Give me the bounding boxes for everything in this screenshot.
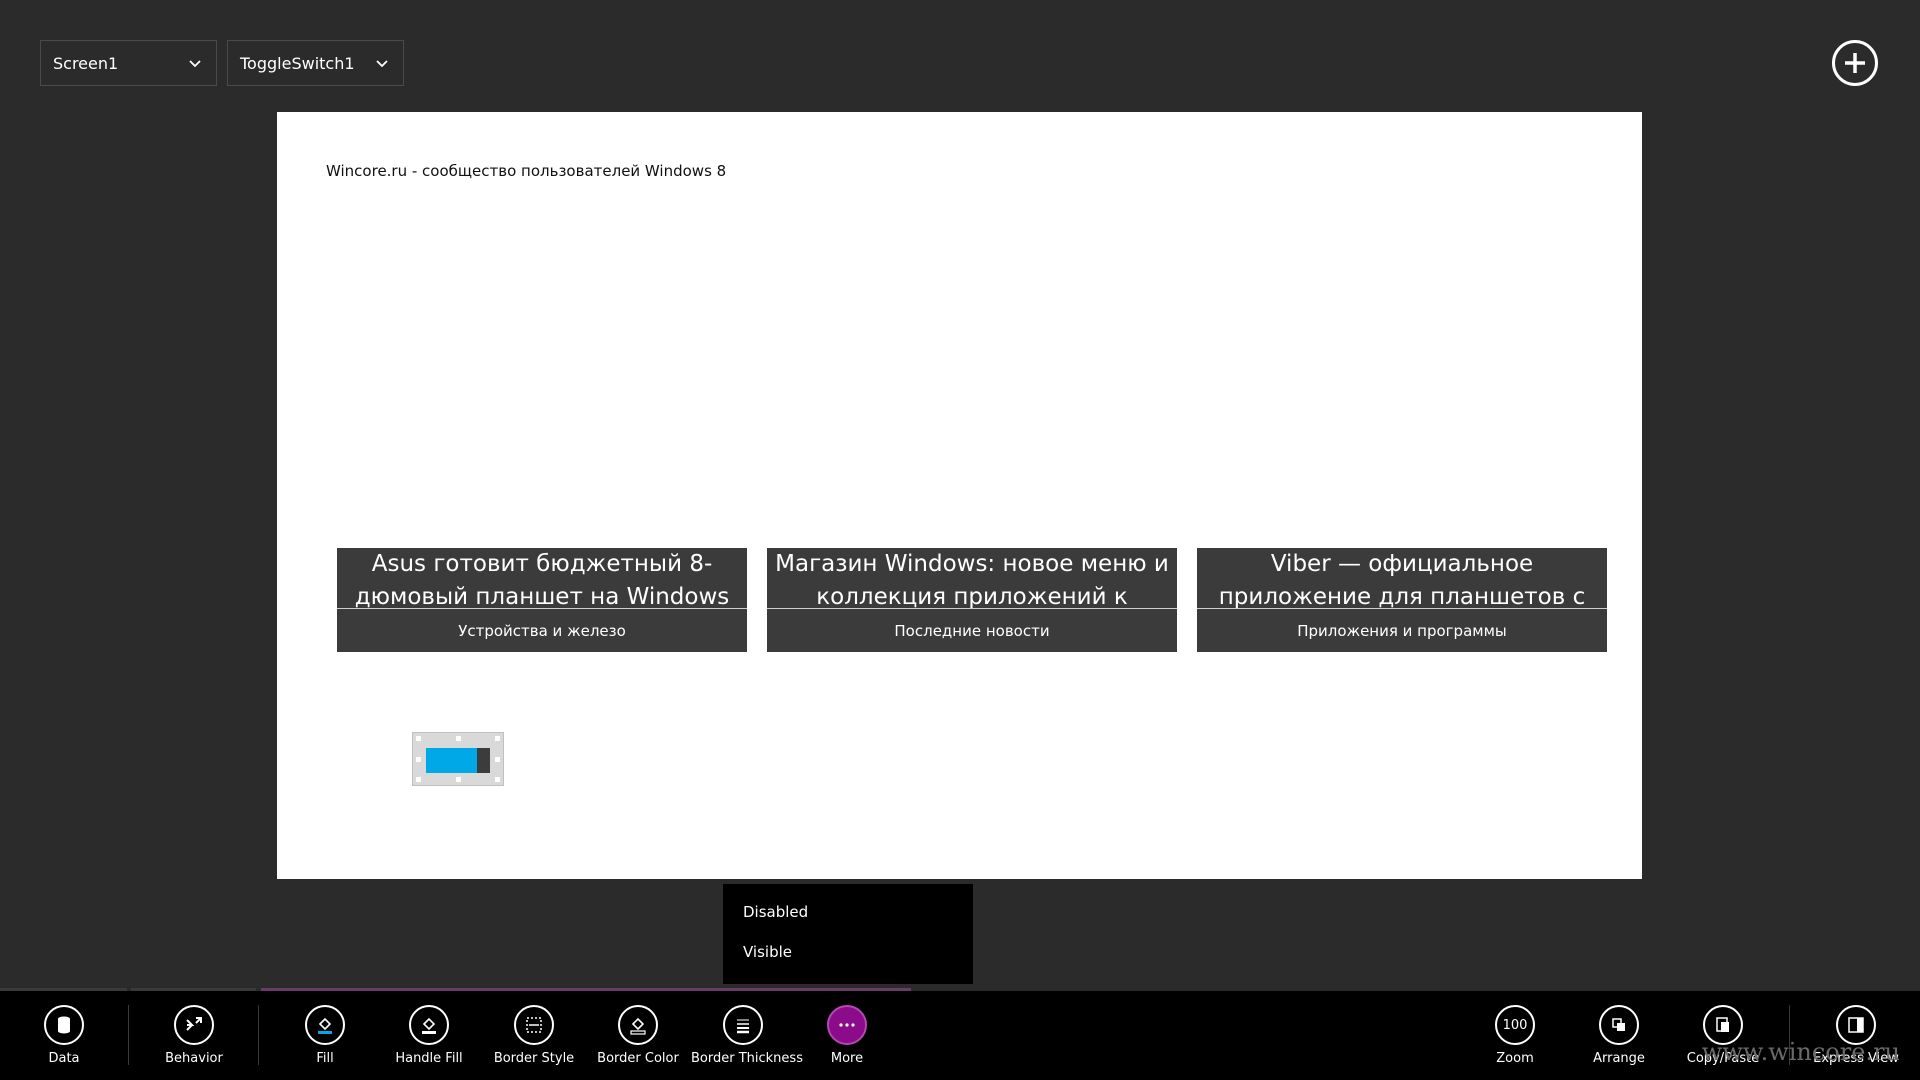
tile-headline: Asus готовит бюджетный 8-дюмовый планшет… (354, 551, 730, 608)
border-color-button[interactable]: Border Color (586, 1005, 690, 1066)
border-style-button[interactable]: Border Style (482, 1005, 586, 1066)
canvas-title[interactable]: Wincore.ru - сообщество пользователей Wi… (326, 162, 726, 180)
behavior-button[interactable]: Behavior (142, 1005, 246, 1066)
resize-handle[interactable] (495, 736, 500, 741)
design-canvas[interactable]: Wincore.ru - сообщество пользователей Wi… (277, 112, 1642, 879)
border-thickness-icon (737, 1019, 749, 1034)
border-style-icon (526, 1017, 542, 1033)
separator (128, 1005, 129, 1065)
copy-paste-icon (1716, 1017, 1729, 1032)
fill-icon (318, 1017, 332, 1034)
data-button[interactable]: Data (12, 1005, 116, 1066)
more-label: More (830, 1051, 864, 1066)
zoom-icon: 100 (1495, 1005, 1535, 1045)
database-icon (58, 1016, 70, 1034)
tile-category: Последние новости (894, 621, 1050, 640)
chevron-down-icon (189, 60, 201, 68)
plus-icon (1845, 53, 1865, 73)
tile-headline: Магазин Windows: новое меню и коллекция … (775, 551, 1169, 608)
more-icon (839, 1023, 855, 1027)
resize-handle[interactable] (495, 757, 500, 762)
menu-item-disabled[interactable]: Disabled (723, 902, 973, 942)
app-bar: Data Behavior Fill Handle Fill Border St… (0, 991, 1920, 1080)
zoom-button[interactable]: 100 Zoom (1463, 1005, 1567, 1066)
arrange-label: Arrange (1593, 1051, 1645, 1066)
resize-handle[interactable] (416, 757, 421, 762)
express-view-icon (1848, 1017, 1864, 1033)
handle-fill-icon (422, 1017, 436, 1034)
border-color-icon (630, 1017, 646, 1035)
resize-handle[interactable] (456, 777, 461, 782)
menu-item-visible[interactable]: Visible (723, 942, 973, 982)
tile-category: Приложения и программы (1297, 621, 1507, 640)
news-tile[interactable]: Viber — официальное приложение для планш… (1197, 548, 1607, 652)
toggle-switch-selected[interactable] (412, 732, 504, 786)
toggle-fill (426, 748, 478, 773)
fill-label: Fill (316, 1051, 334, 1066)
resize-handle[interactable] (456, 736, 461, 741)
data-label: Data (48, 1051, 80, 1066)
behavior-label: Behavior (165, 1051, 223, 1066)
fill-button[interactable]: Fill (273, 1005, 377, 1066)
resize-handle[interactable] (495, 777, 500, 782)
handle-fill-button[interactable]: Handle Fill (377, 1005, 481, 1066)
separator (258, 1005, 259, 1065)
behavior-icon (186, 1017, 202, 1031)
handle-fill-label: Handle Fill (395, 1051, 463, 1066)
add-screen-button[interactable] (1832, 40, 1878, 86)
border-style-label: Border Style (493, 1051, 575, 1066)
news-tile[interactable]: Asus готовит бюджетный 8-дюмовый планшет… (337, 548, 747, 652)
more-button[interactable]: More (795, 1005, 899, 1066)
toggle-track (426, 748, 490, 773)
watermark: www.wincore.ru (1701, 1038, 1900, 1066)
resize-handle[interactable] (416, 777, 421, 782)
screen-dropdown-value: Screen1 (53, 53, 119, 73)
screen-dropdown[interactable]: Screen1 (40, 40, 217, 86)
border-thickness-button[interactable]: Border Thickness (691, 1005, 803, 1066)
border-thickness-label: Border Thickness (691, 1051, 803, 1066)
arrange-button[interactable]: Arrange (1567, 1005, 1671, 1066)
tile-category: Устройства и железо (458, 621, 626, 640)
more-menu: Disabled Visible (723, 884, 973, 984)
tile-headline: Viber — официальное приложение для планш… (1218, 551, 1586, 608)
arrange-icon (1612, 1018, 1625, 1031)
news-tile[interactable]: Магазин Windows: новое меню и коллекция … (767, 548, 1177, 652)
border-color-label: Border Color (597, 1051, 679, 1066)
control-dropdown[interactable]: ToggleSwitch1 (227, 40, 404, 86)
chevron-down-icon (376, 60, 388, 68)
control-dropdown-value: ToggleSwitch1 (240, 53, 355, 73)
resize-handle[interactable] (416, 736, 421, 741)
zoom-label: Zoom (1496, 1051, 1534, 1066)
